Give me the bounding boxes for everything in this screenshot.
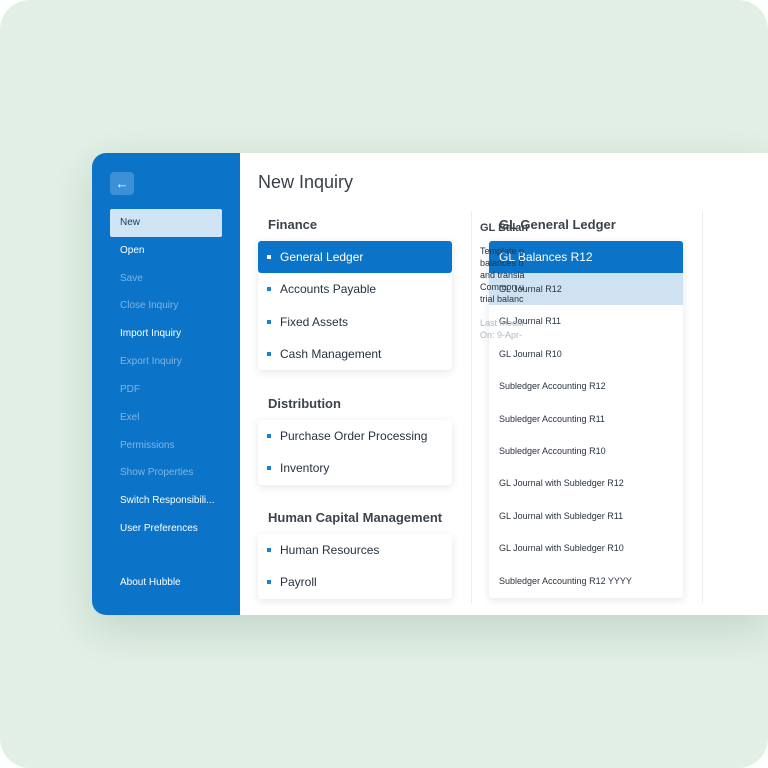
gl-item[interactable]: GL Journal with Subledger R12: [489, 467, 683, 499]
section-title-human-capital: Human Capital Management: [268, 510, 443, 525]
finance-list: General Ledger Accounts Payable Fixed Asse…: [258, 241, 452, 371]
sidebar-item-switch-responsibili[interactable]: Switch Responsibili...: [110, 487, 222, 515]
detail-description-line: Template p: [480, 246, 525, 256]
sidebar-item-pdf[interactable]: PDF: [110, 376, 222, 404]
gl-item[interactable]: GL Journal with Subledger R11: [489, 500, 683, 532]
sidebar-menu: New Open Save Close Inquiry Import Inquiry Ex…: [110, 209, 222, 543]
gl-item[interactable]: Subledger Accounting R12 YYYY: [489, 565, 683, 597]
about-hubble-link[interactable]: About Hubble: [120, 577, 181, 588]
app-window: ← New Open Save Close Inquiry Import Inquiry…: [92, 153, 768, 615]
category-item-human-resources[interactable]: Human Resources: [258, 534, 452, 566]
sidebar-item-save[interactable]: Save: [110, 265, 222, 293]
sidebar: ← New Open Save Close Inquiry Import Inquiry…: [92, 153, 240, 615]
arrow-left-icon: ←: [115, 176, 129, 191]
sidebar-item-export-inquiry[interactable]: Export Inquiry: [110, 348, 222, 376]
gl-item[interactable]: Subledger Accounting R11: [489, 403, 683, 435]
gl-item[interactable]: Subledger Accounting R10: [489, 435, 683, 467]
detail-description-line: balances b: [480, 258, 524, 268]
column-divider: [471, 211, 472, 603]
gl-item[interactable]: Subledger Accounting R12: [489, 370, 683, 402]
human-capital-list: Human Resources Payroll: [258, 534, 452, 599]
column-divider: [702, 211, 703, 603]
sidebar-item-new[interactable]: New: [110, 209, 222, 237]
category-item-accounts-payable[interactable]: Accounts Payable: [258, 273, 452, 305]
sidebar-item-import-inquiry[interactable]: Import Inquiry: [110, 320, 222, 348]
category-item-purchase-order-processing[interactable]: Purchase Order Processing: [258, 420, 452, 452]
sidebar-item-show-properties[interactable]: Show Properties: [110, 459, 222, 487]
detail-meta: Last modifi On: 9-Apr-: [480, 317, 680, 341]
sidebar-item-permissions[interactable]: Permissions: [110, 432, 222, 460]
detail-description-line: and transla: [480, 270, 525, 280]
page-title: New Inquiry: [258, 172, 354, 192]
section-title-finance: Finance: [268, 217, 318, 232]
detail-meta-line: On: 9-Apr-: [480, 330, 523, 340]
section-title-distribution: Distribution: [268, 396, 341, 411]
detail-description: Template p balances b and transla Common u t…: [480, 245, 680, 305]
detail-description-line: trial balanc: [480, 294, 524, 304]
category-item-payroll[interactable]: Payroll: [258, 566, 452, 598]
gl-item[interactable]: GL Journal R10: [489, 338, 683, 370]
gl-item[interactable]: GL Journal with Subledger R10: [489, 532, 683, 564]
sidebar-item-open[interactable]: Open: [110, 237, 222, 265]
sidebar-item-close-inquiry[interactable]: Close Inquiry: [110, 292, 222, 320]
sidebar-item-user-preferences[interactable]: User Preferences: [110, 515, 222, 543]
category-item-cash-management[interactable]: Cash Management: [258, 338, 452, 370]
category-item-general-ledger[interactable]: General Ledger: [258, 241, 452, 274]
category-item-fixed-assets[interactable]: Fixed Assets: [258, 306, 452, 338]
detail-meta-line: Last modifi: [480, 318, 524, 328]
category-item-inventory[interactable]: Inventory: [258, 452, 452, 484]
sidebar-item-exel[interactable]: Exel: [110, 404, 222, 432]
distribution-list: Purchase Order Processing Inventory: [258, 420, 452, 485]
detail-description-line: Common u: [480, 282, 525, 292]
detail-title: GL Balan: [480, 222, 529, 234]
back-button[interactable]: ←: [110, 172, 134, 195]
